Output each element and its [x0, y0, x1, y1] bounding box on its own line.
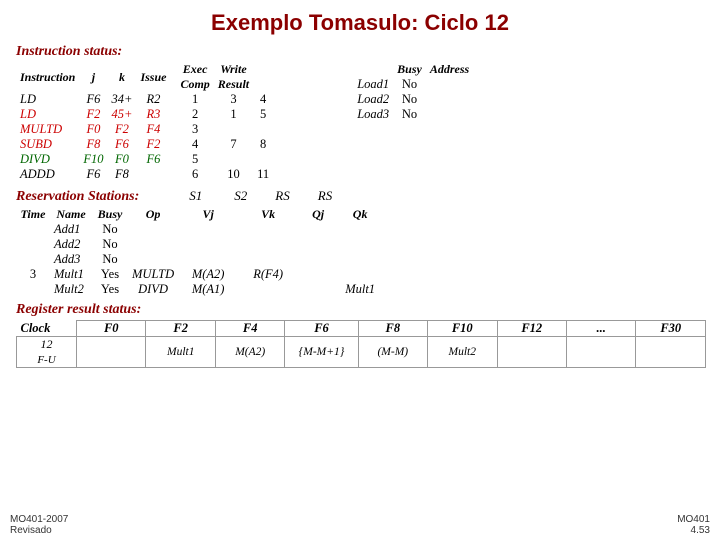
rs-col-qj: Qj	[298, 207, 338, 222]
instr-row: ADDD F6 F8 6 10 11	[16, 167, 273, 182]
rs-col-qk: Qk	[338, 207, 382, 222]
reg-value-7	[567, 337, 636, 368]
reg-value-1: Mult1	[146, 337, 215, 368]
instr-row: DIVD F10 F0 F6 5	[16, 152, 273, 167]
reg-col-F6: F6	[285, 321, 358, 337]
reservation-stations-section: Reservation Stations: S1 S2 RS RS Time N…	[16, 188, 704, 297]
rs-section-title: Reservation Stations:	[16, 189, 139, 205]
rs-table: Time Name Busy Op Vj Vk Qj Qk Add1 No Ad…	[16, 207, 382, 297]
page-title: Exemplo Tomasulo: Ciclo 12	[0, 0, 720, 42]
reg-clock-header: Clock	[17, 321, 77, 337]
rs-col-vj: Vj	[178, 207, 238, 222]
rob-status-table: Busy Address Load1 No Load2 No Load3 No	[353, 62, 473, 122]
instr-row: LD F6 34+ R2 1 3 4	[16, 92, 273, 107]
reg-result-table: ClockF0F2F4F6F8F10F12...F30 12F-U Mult1M(…	[16, 320, 706, 368]
reg-value-3: {M-M+1}	[285, 337, 358, 368]
reg-clock-value: 12F-U	[17, 337, 77, 368]
rs-col-vk: Vk	[238, 207, 298, 222]
instr-row: SUBD F8 F6 F2 4 7 8	[16, 137, 273, 152]
reg-col-F0: F0	[77, 321, 146, 337]
rs-col-busy: Busy	[92, 207, 128, 222]
reg-value-2: M(A2)	[215, 337, 284, 368]
reg-value-5: Mult2	[428, 337, 497, 368]
register-result-section: Register result status: ClockF0F2F4F6F8F…	[16, 302, 704, 368]
reg-value-8	[636, 337, 706, 368]
instruction-status-table: Instruction j k Issue ExecComp WriteResu…	[16, 62, 273, 182]
col-issue-reg: Issue	[136, 62, 170, 92]
rs-row: Add2 No	[16, 237, 382, 252]
rob-row: Load3 No	[353, 107, 473, 122]
reg-value-6	[497, 337, 566, 368]
instr-row: LD F2 45+ R3 2 1 5	[16, 107, 273, 122]
col-write-result: WriteResult	[214, 62, 253, 92]
col-exec-comp: ExecComp	[170, 62, 213, 92]
reg-col-F30: F30	[636, 321, 706, 337]
rs-col-time: Time	[16, 207, 50, 222]
rob-col-busy: Busy	[393, 62, 426, 77]
col-instruction: Instruction	[16, 62, 79, 92]
rs-row: Mult2 Yes DIVD M(A1) Mult1	[16, 282, 382, 297]
rob-row: Load1 No	[353, 77, 473, 92]
reg-data-row: 12F-U Mult1M(A2){M-M+1}(M-M)Mult2	[17, 337, 706, 368]
reg-section-title: Register result status:	[16, 302, 704, 318]
instruction-status-section: Instruction status: Instruction j k Issu…	[16, 44, 704, 182]
rs-qk-label: RS	[318, 188, 332, 204]
reg-value-0	[77, 337, 146, 368]
footer-right: MO401 4.53	[677, 514, 710, 536]
rs-qj-label: RS	[275, 188, 289, 204]
reg-col-...: ...	[567, 321, 636, 337]
reg-col-F10: F10	[428, 321, 497, 337]
instruction-status-title: Instruction status:	[16, 44, 704, 60]
instr-row: MULTD F0 F2 F4 3	[16, 122, 273, 137]
rs-col-name: Name	[50, 207, 92, 222]
rs-col-op: Op	[128, 207, 178, 222]
rs-s2-label: S2	[234, 188, 247, 204]
col-j: j	[79, 62, 107, 92]
rs-row: Add3 No	[16, 252, 382, 267]
rs-row: 3 Mult1 Yes MULTD M(A2) R(F4)	[16, 267, 382, 282]
rs-row: Add1 No	[16, 222, 382, 237]
col-k: k	[108, 62, 137, 92]
footer-left: MO401-2007 Revisado	[10, 514, 68, 536]
reg-col-F4: F4	[215, 321, 284, 337]
rs-s1-label: S1	[189, 188, 202, 204]
reg-col-F2: F2	[146, 321, 215, 337]
reg-col-F12: F12	[497, 321, 566, 337]
reg-col-F8: F8	[358, 321, 427, 337]
reg-value-4: (M-M)	[358, 337, 427, 368]
rob-col-name	[353, 62, 393, 77]
rob-row: Load2 No	[353, 92, 473, 107]
rob-col-address: Address	[426, 62, 473, 77]
